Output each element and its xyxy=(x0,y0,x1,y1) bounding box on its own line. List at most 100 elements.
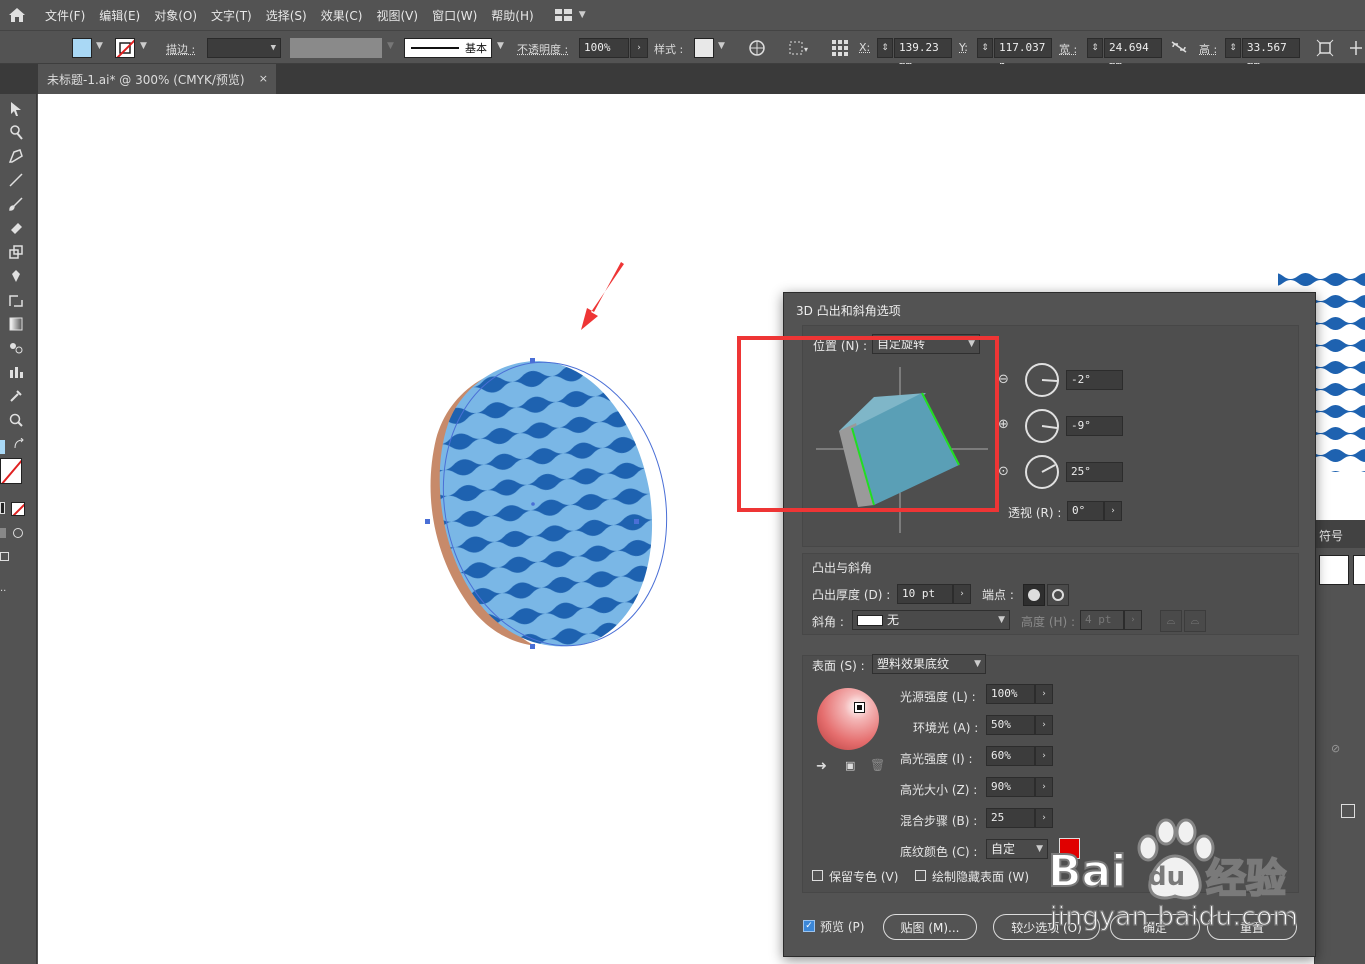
stroke-color-box[interactable] xyxy=(0,458,22,484)
align-icon[interactable]: ▾ xyxy=(788,39,810,60)
shading-color-select[interactable]: 自定 ▼ xyxy=(986,839,1048,859)
cap-on-button[interactable] xyxy=(1023,584,1045,606)
document-tab[interactable]: 未标题-1.ai* @ 300% (CMYK/预览) × xyxy=(38,64,276,94)
fill-swatch[interactable] xyxy=(72,38,92,58)
highlight-intensity-slider-button[interactable]: › xyxy=(1035,746,1053,766)
map-art-button[interactable]: 贴图 (M)... xyxy=(883,914,977,940)
blend-steps-field[interactable]: 25 xyxy=(986,808,1035,828)
rotate-z-field[interactable]: 25° xyxy=(1066,462,1123,482)
highlight-size-field[interactable]: 90% xyxy=(986,777,1035,797)
symbol-thumbnail[interactable] xyxy=(1319,555,1349,585)
x-field[interactable]: 139.23 mm xyxy=(894,38,952,72)
draw-hidden-faces-checkbox[interactable] xyxy=(915,870,926,881)
extrude-depth-slider-button[interactable]: › xyxy=(953,584,971,604)
ambient-light-field[interactable]: 50% xyxy=(986,715,1035,735)
selection-tool-icon[interactable] xyxy=(5,99,27,119)
color-mode-icon[interactable] xyxy=(0,502,5,514)
workspace-switcher-icon[interactable]: ▼ xyxy=(554,8,586,22)
pen-tool-icon[interactable] xyxy=(5,146,27,166)
scale-tool-icon[interactable] xyxy=(5,242,27,262)
draw-mode-icon[interactable] xyxy=(0,528,6,538)
x-stepper[interactable]: ⇕ xyxy=(877,38,893,58)
reference-point-icon[interactable] xyxy=(831,39,849,60)
rotate-y-dial[interactable] xyxy=(1025,409,1059,443)
line-tool-icon[interactable] xyxy=(5,170,27,190)
menu-select[interactable]: 选择(S) xyxy=(259,7,314,24)
close-icon[interactable]: × xyxy=(259,72,268,85)
opacity-more-button[interactable]: › xyxy=(630,38,648,58)
blend-tool-icon[interactable] xyxy=(5,338,27,358)
cap-off-button[interactable] xyxy=(1047,584,1069,606)
highlight-intensity-field[interactable]: 60% xyxy=(986,746,1035,766)
lighting-sphere[interactable] xyxy=(817,688,879,750)
reset-button[interactable]: 重置 xyxy=(1207,914,1297,940)
y-field[interactable]: 117.037 n xyxy=(994,38,1052,72)
eyedropper-tool-icon[interactable] xyxy=(5,386,27,406)
rotate-z-dial[interactable] xyxy=(1025,455,1059,489)
break-link-icon[interactable]: ⊘ xyxy=(1331,742,1340,755)
menu-help[interactable]: 帮助(H) xyxy=(484,7,540,24)
more-tools-icon[interactable]: ·· xyxy=(0,586,6,597)
shading-color-swatch[interactable] xyxy=(1059,838,1080,859)
home-icon[interactable] xyxy=(4,2,30,28)
extrude-depth-field[interactable]: 10 pt xyxy=(897,584,953,604)
y-stepper[interactable]: ⇕ xyxy=(977,38,993,58)
height-field[interactable]: 33.567 mm xyxy=(1242,38,1300,72)
place-symbol-icon[interactable] xyxy=(1341,804,1355,818)
swap-colors-icon[interactable] xyxy=(13,437,25,453)
opacity-label[interactable]: 不透明度 : xyxy=(517,41,568,57)
height-stepper[interactable]: ⇕ xyxy=(1225,38,1241,58)
menu-object[interactable]: 对象(O) xyxy=(147,7,204,24)
fill-color-box[interactable] xyxy=(0,440,5,454)
constrain-proportions-icon[interactable] xyxy=(1170,40,1188,57)
ok-button[interactable]: 确定 xyxy=(1110,914,1200,940)
panel-menu-icon[interactable] xyxy=(1348,39,1364,60)
new-light-icon[interactable]: ▣ xyxy=(845,759,855,772)
rotate-y-field[interactable]: -9° xyxy=(1066,416,1123,436)
light-intensity-slider-button[interactable]: › xyxy=(1035,684,1053,704)
light-source-handle[interactable] xyxy=(854,702,865,713)
puppet-warp-tool-icon[interactable] xyxy=(5,266,27,286)
menu-file[interactable]: 文件(F) xyxy=(38,7,92,24)
blend-steps-slider-button[interactable]: › xyxy=(1035,808,1053,828)
width-field[interactable]: 24.694 mm xyxy=(1104,38,1162,72)
gradient-tool-icon[interactable] xyxy=(5,314,27,334)
bevel-select[interactable]: 无 ▼ xyxy=(852,610,1010,630)
ambient-light-slider-button[interactable]: › xyxy=(1035,715,1053,735)
brush-definition[interactable]: 基本 xyxy=(404,38,492,58)
screen-mode-icon[interactable] xyxy=(0,552,9,561)
symbol-thumbnail[interactable] xyxy=(1353,555,1365,585)
stroke-swatch[interactable] xyxy=(115,38,135,58)
symbols-panel-tab[interactable]: 符号 xyxy=(1315,520,1365,548)
profile-dropdown-icon[interactable]: ▼ xyxy=(387,41,394,51)
transform-icon[interactable] xyxy=(1316,39,1334,60)
shape-builder-tool-icon[interactable] xyxy=(5,290,27,310)
brush-dropdown-icon[interactable]: ▼ xyxy=(497,41,504,51)
magic-wand-tool-icon[interactable] xyxy=(5,122,27,142)
opacity-field[interactable]: 100% xyxy=(579,38,629,58)
variable-width-profile[interactable] xyxy=(290,38,382,58)
zoom-tool-icon[interactable] xyxy=(5,410,27,430)
highlight-size-slider-button[interactable]: › xyxy=(1035,777,1053,797)
preserve-spot-checkbox[interactable] xyxy=(812,870,823,881)
surface-select[interactable]: 塑料效果底纹 ▼ xyxy=(872,654,986,674)
menu-view[interactable]: 视图(V) xyxy=(369,7,425,24)
style-dropdown-icon[interactable]: ▼ xyxy=(718,41,725,51)
light-intensity-field[interactable]: 100% xyxy=(986,684,1035,704)
preview-checkbox[interactable]: ✓ xyxy=(803,920,815,932)
width-stepper[interactable]: ⇕ xyxy=(1087,38,1103,58)
rotate-x-field[interactable]: -2° xyxy=(1066,370,1123,390)
menu-edit[interactable]: 编辑(E) xyxy=(92,7,147,24)
perspective-field[interactable]: 0° xyxy=(1067,501,1104,521)
menu-effect[interactable]: 效果(C) xyxy=(314,7,370,24)
graphic-style-swatch[interactable] xyxy=(694,38,714,58)
paintbrush-tool-icon[interactable] xyxy=(5,194,27,214)
draw-inside-icon[interactable] xyxy=(13,528,23,538)
menu-window[interactable]: 窗口(W) xyxy=(425,7,484,24)
eraser-tool-icon[interactable] xyxy=(5,218,27,238)
stroke-dropdown-icon[interactable]: ▼ xyxy=(140,41,147,51)
perspective-slider-button[interactable]: › xyxy=(1104,501,1122,521)
delete-light-icon[interactable]: 🗑 xyxy=(870,758,885,772)
none-color-icon[interactable] xyxy=(11,502,25,516)
rotate-x-dial[interactable] xyxy=(1025,363,1059,397)
